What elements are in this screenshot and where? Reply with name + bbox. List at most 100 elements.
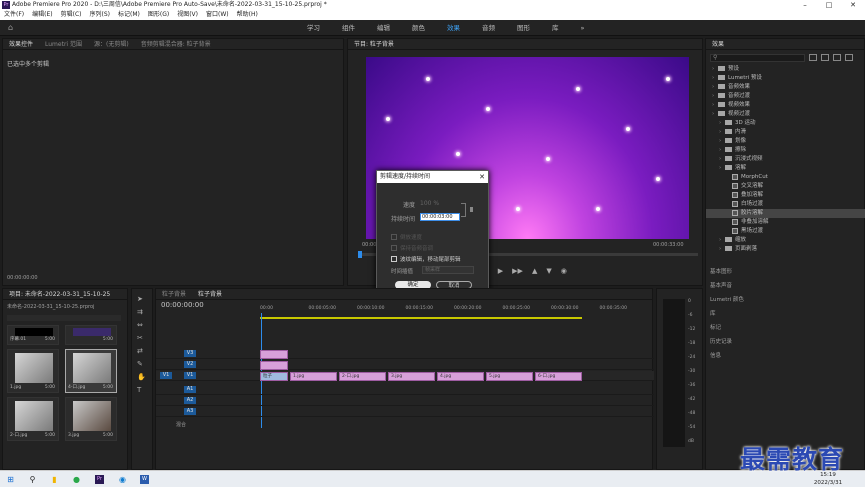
ripple-tool-icon[interactable]: ⇔	[137, 321, 146, 329]
time-ruler[interactable]: 00:00 00:00:05:00 00:00:10:00 00:00:15:00 00…	[260, 304, 650, 314]
keep-pitch-checkbox[interactable]	[391, 245, 397, 251]
tab-lumetri-scopes[interactable]: Lumetri 范围	[39, 39, 88, 49]
program-playhead[interactable]	[358, 251, 362, 258]
effect-item[interactable]: MorphCut	[706, 173, 865, 182]
stacked-panel-header[interactable]: 基本图形	[710, 267, 732, 275]
slip-tool-icon[interactable]: ⇄	[137, 347, 146, 355]
effect-item[interactable]: 胶片溶解	[706, 209, 865, 218]
menu-file[interactable]: 文件(F)	[0, 10, 28, 20]
workspace-graphics[interactable]: 图形	[506, 20, 541, 36]
project-item[interactable]: 4-口.jpg 5:00	[65, 349, 117, 393]
type-tool-icon[interactable]: T	[137, 386, 146, 394]
workspace-effects[interactable]: 效果	[436, 20, 471, 36]
effects-search-input[interactable]	[710, 54, 805, 62]
menu-edit[interactable]: 编辑(E)	[28, 10, 56, 20]
source-patch-v1[interactable]: V1	[160, 372, 172, 379]
workspace-learn[interactable]: 学习	[296, 20, 331, 36]
effect-folder[interactable]: › 音频效果	[706, 83, 865, 92]
track-label-v1[interactable]: V1	[184, 372, 196, 379]
track-label-a1[interactable]: A1	[184, 386, 196, 393]
effect-folder[interactable]: › 预设	[706, 65, 865, 74]
stacked-panel-header[interactable]: Lumetri 颜色	[710, 295, 744, 303]
project-item[interactable]: 3.jpg 5:00	[65, 397, 117, 441]
stacked-panel-header[interactable]: 库	[710, 309, 716, 317]
project-search-input[interactable]	[7, 315, 121, 321]
effect-folder[interactable]: › 视频效果	[706, 101, 865, 110]
effect-folder[interactable]: › 音频过渡	[706, 92, 865, 101]
speed-value[interactable]: 100 %	[420, 200, 439, 207]
reverse-checkbox[interactable]	[391, 234, 397, 240]
minimize-icon[interactable]: –	[793, 0, 817, 10]
premiere-taskbar-icon[interactable]: Pr	[95, 475, 104, 484]
effect-folder[interactable]: › 视频过渡	[706, 110, 865, 119]
project-item[interactable]: 5:00	[65, 325, 117, 345]
workspace-color[interactable]: 颜色	[401, 20, 436, 36]
menu-window[interactable]: 窗口(W)	[202, 10, 233, 20]
step-forward-icon[interactable]: ▶▶	[512, 267, 523, 275]
clip-v2[interactable]	[260, 361, 288, 370]
lift-icon[interactable]: ▲	[532, 267, 537, 275]
edge-icon[interactable]: ◉	[118, 475, 127, 484]
track-label-a3[interactable]: A3	[184, 408, 196, 415]
pen-tool-icon[interactable]: ✎	[137, 360, 146, 368]
menu-help[interactable]: 帮助(H)	[233, 10, 262, 20]
effect-folder[interactable]: › 擦除	[706, 146, 865, 155]
interpolation-select[interactable]: 帧采样	[422, 266, 474, 274]
tab-sequence-2[interactable]: 粒子背景	[192, 289, 228, 299]
clip-4[interactable]: 4.jpg	[437, 372, 484, 381]
search-icon[interactable]: ⚲	[28, 475, 37, 484]
stacked-panel-header[interactable]: 标记	[710, 323, 721, 331]
tab-project[interactable]: 项目: 未命名-2022-03-31_15-10-25	[3, 289, 116, 299]
effect-folder[interactable]: › Lumetri 预设	[706, 74, 865, 83]
clip-5[interactable]: 5.jpg	[486, 372, 533, 381]
work-area-bar[interactable]	[260, 317, 582, 319]
effect-item[interactable]: 非叠加溶解	[706, 218, 865, 227]
tab-effect-controls[interactable]: 效果控件	[3, 39, 39, 49]
wechat-icon[interactable]: ●	[72, 475, 81, 484]
extract-icon[interactable]: ▼	[546, 267, 551, 275]
workspace-audio[interactable]: 音频	[471, 20, 506, 36]
effect-folder[interactable]: › 3D 运动	[706, 119, 865, 128]
clip-particle[interactable]: 粒子	[260, 372, 288, 381]
accelerated-effects-icon[interactable]	[821, 54, 829, 61]
tab-audio-mixer[interactable]: 音频剪辑混合器: 粒子背景	[135, 39, 217, 49]
clip-6[interactable]: 6-口.jpg	[535, 372, 582, 381]
tab-source[interactable]: 源：(无剪辑)	[88, 39, 135, 49]
effect-folder[interactable]: › 内滑	[706, 128, 865, 137]
32bit-effects-icon[interactable]	[833, 54, 841, 61]
play-icon[interactable]: ▶	[498, 267, 503, 275]
effect-folder[interactable]: › 沉浸式视频	[706, 155, 865, 164]
menu-clip[interactable]: 剪辑(C)	[57, 10, 86, 20]
clip-2[interactable]: 2-口.jpg	[339, 372, 386, 381]
selection-tool-icon[interactable]: ➤	[137, 295, 146, 303]
effect-folder[interactable]: › 缩放	[706, 236, 865, 245]
timeline-timecode[interactable]: 00:00:00:00	[161, 301, 204, 309]
hand-tool-icon[interactable]: ✋	[137, 373, 146, 381]
yuv-effects-icon[interactable]	[845, 54, 853, 61]
workspace-editing[interactable]: 编辑	[366, 20, 401, 36]
workspace-assembly[interactable]: 组件	[331, 20, 366, 36]
word-icon[interactable]: W	[140, 475, 149, 484]
menu-markers[interactable]: 标记(M)	[114, 10, 144, 20]
track-select-tool-icon[interactable]: ⇉	[137, 308, 146, 316]
workspace-more[interactable]: »	[570, 20, 596, 36]
start-icon[interactable]: ⊞	[6, 475, 15, 484]
tab-effects[interactable]: 效果	[706, 39, 730, 49]
duration-input[interactable]: 00:00:03:00	[420, 213, 460, 221]
project-item[interactable]: 序幕.01 5:00	[7, 325, 59, 345]
track-label-a2[interactable]: A2	[184, 397, 196, 404]
close-icon[interactable]: ✕	[841, 0, 865, 10]
menu-graphics[interactable]: 图形(G)	[144, 10, 173, 20]
effect-folder[interactable]: › 划像	[706, 137, 865, 146]
workspace-libraries[interactable]: 库	[541, 20, 570, 36]
stacked-panel-header[interactable]: 基本声音	[710, 281, 732, 289]
ripple-checkbox[interactable]	[391, 256, 397, 262]
file-explorer-icon[interactable]: ▮	[50, 475, 59, 484]
link-icon[interactable]	[470, 207, 473, 212]
effect-item[interactable]: 交叉溶解	[706, 182, 865, 191]
project-item[interactable]: 1.jpg 5:00	[7, 349, 59, 393]
new-bin-icon[interactable]	[809, 54, 817, 61]
maximize-icon[interactable]: □	[817, 0, 841, 10]
tab-program[interactable]: 节目: 粒子背景	[348, 39, 400, 49]
project-item[interactable]: 2-口.jpg 5:00	[7, 397, 59, 441]
